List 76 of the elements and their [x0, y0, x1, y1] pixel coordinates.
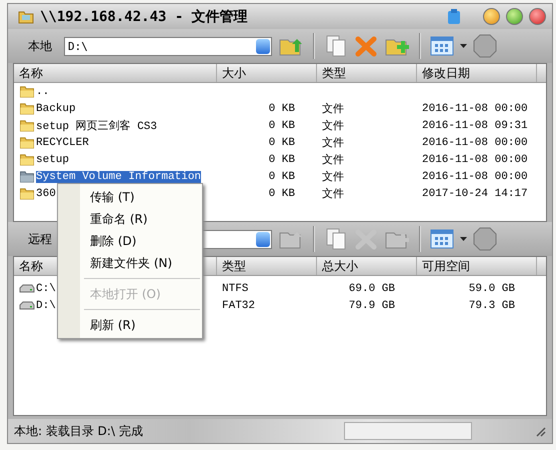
folder-icon: [19, 153, 35, 166]
clipboard-icon[interactable]: [447, 8, 461, 24]
table-cell-text: 0 KB: [268, 136, 296, 148]
menu-item[interactable]: 传输 (T): [58, 186, 202, 208]
grid-view-icon[interactable]: [430, 36, 454, 56]
table-cell-text: 2016-11-08 00:00: [421, 102, 529, 114]
file-name[interactable]: RECYCLER: [36, 136, 89, 148]
table-cell-text: 2016-11-08 00:00: [421, 136, 529, 148]
table-cell-text: 2016-11-08 00:00: [421, 170, 529, 182]
folder-icon: [19, 85, 35, 98]
table-cell-text: 0 KB: [268, 170, 296, 182]
column-header[interactable]: 大小: [217, 64, 317, 82]
table-cell-text: 文件: [321, 102, 345, 116]
drive-icon: [19, 284, 35, 294]
path-dropdown[interactable]: D:\: [64, 36, 272, 56]
drive-name[interactable]: D:\: [36, 300, 56, 312]
drive-name[interactable]: C:\: [36, 282, 56, 294]
file-name[interactable]: setup 网页三剑客 CS3: [36, 118, 158, 133]
table-cell-text: 79.9 GB: [348, 300, 396, 312]
column-header[interactable]: 修改日期: [417, 64, 537, 82]
column-header[interactable]: 总大小: [317, 257, 417, 275]
table-cell-text: 2016-11-08 09:31: [421, 120, 529, 132]
file-name[interactable]: 360: [36, 188, 56, 200]
panel-label: 本地: [28, 38, 53, 54]
delete-icon[interactable]: [354, 34, 378, 58]
resize-grip-icon[interactable]: [534, 425, 546, 437]
column-header[interactable]: 类型: [317, 64, 417, 82]
table-cell-text: 0 KB: [268, 120, 296, 132]
menu-item[interactable]: 删除 (D): [58, 230, 202, 252]
table-cell-text: 文件: [321, 136, 345, 150]
table-cell-text: FAT32: [221, 300, 256, 312]
spinner-icon[interactable]: [256, 38, 270, 54]
file-name[interactable]: System Volume Information: [36, 170, 202, 182]
table-cell-text: 0 KB: [268, 102, 296, 114]
copy-icon[interactable]: [324, 227, 348, 251]
stop-icon[interactable]: [473, 34, 497, 58]
table-cell-text: 文件: [321, 152, 345, 167]
table-cell-text: 69.0 GB: [348, 282, 396, 294]
menu-item[interactable]: 刷新 (R): [58, 314, 202, 336]
folder-icon: [19, 102, 35, 115]
table-cell-text: 0 KB: [268, 188, 296, 200]
file-name[interactable]: setup: [36, 154, 70, 166]
panel-label: 远程: [28, 230, 53, 248]
table-cell-text: 2017-10-24 14:17: [421, 188, 529, 200]
folder-icon: [19, 119, 35, 132]
caret-icon[interactable]: [460, 44, 467, 48]
column-header[interactable]: 可用空间: [417, 257, 537, 275]
table-cell-text: 文件: [321, 186, 345, 201]
copy-icon[interactable]: [324, 34, 348, 58]
spinner-icon[interactable]: [256, 232, 270, 246]
stop-icon[interactable]: [473, 227, 497, 251]
table-cell-text: 79.3 GB: [468, 300, 516, 312]
caret-icon[interactable]: [460, 237, 467, 241]
minimize-button[interactable]: [483, 8, 500, 25]
close-button[interactable]: [529, 8, 546, 25]
column-header[interactable]: 名称: [14, 64, 217, 82]
maximize-button[interactable]: [506, 8, 523, 25]
folder-icon: [18, 10, 34, 24]
status-text: 本地: 装载目录 D:\ 完成: [14, 422, 144, 440]
menu-item[interactable]: 重命名 (R): [58, 208, 202, 230]
table-cell-text: NTFS: [221, 282, 250, 294]
table-cell-text: 0 KB: [268, 154, 296, 166]
drive-icon: [19, 300, 35, 310]
folder-icon: [19, 136, 35, 149]
window-title: \\192.168.42.43 - 文件管理: [40, 8, 249, 26]
table-cell-text: 文件: [321, 118, 345, 133]
table-cell-text: 文件: [321, 170, 345, 184]
folder-icon: [19, 187, 35, 200]
column-header[interactable]: 类型: [217, 257, 317, 275]
table-cell-text: 59.0 GB: [468, 282, 516, 294]
grid-view-icon[interactable]: [430, 229, 454, 249]
table-cell-text: 2016-11-08 00:00: [421, 154, 529, 166]
folder-icon: [19, 170, 35, 183]
file-name[interactable]: Backup: [36, 102, 76, 114]
file-name[interactable]: ..: [36, 86, 50, 98]
menu-item[interactable]: 新建文件夹 (N): [58, 252, 202, 274]
